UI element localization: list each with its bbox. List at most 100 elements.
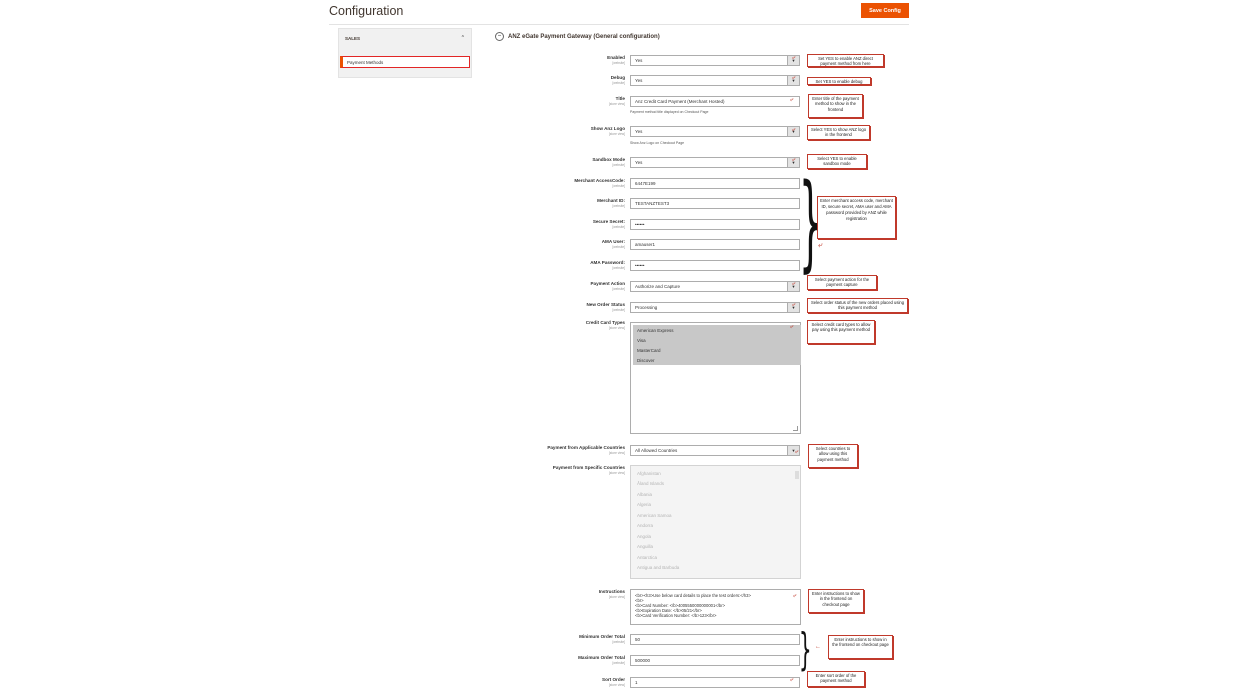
- debug-scope: [website]: [612, 81, 625, 85]
- specific-countries-multiselect: Afghanistan Åland Islands Albania Algeri…: [630, 465, 801, 579]
- ama-password-label: AMA Password:: [590, 260, 625, 265]
- enabled-label: Enabled: [607, 55, 625, 60]
- collapse-icon: –: [495, 32, 504, 41]
- sidebar-section-label: SALES: [345, 35, 361, 41]
- access-code-scope: [website]: [612, 184, 625, 188]
- min-total-value: 50: [635, 637, 641, 642]
- save-config-button[interactable]: Save Config: [861, 3, 909, 18]
- payment-action-label: Payment Action: [590, 281, 625, 286]
- callout-countries: Select countries to allow using this pay…: [808, 444, 858, 468]
- access-code-input[interactable]: 6447E199: [630, 178, 800, 189]
- order-status-scope: [website]: [612, 308, 625, 312]
- country-option: Albania: [637, 491, 653, 497]
- callout-enabled: Set YES to enable ANZ direct payment met…: [807, 54, 884, 67]
- country-option: Algeria: [637, 502, 652, 508]
- specific-countries-scope: [store view]: [608, 471, 625, 475]
- chevron-up-icon: ⌃: [460, 35, 465, 41]
- applicable-countries-value: All Allowed Countries: [635, 448, 678, 453]
- cc-types-multiselect[interactable]: American Express Visa MasterCard Discove…: [630, 322, 801, 434]
- show-logo-label: Show Anz Logo: [590, 126, 625, 131]
- arrow-icon: ⤶: [792, 302, 796, 308]
- merchant-id-input[interactable]: TESTANZTEST3: [630, 198, 800, 209]
- callout-logo: Select YES to show ANZ logo in the front…: [807, 125, 870, 140]
- show-logo-note: Show Anz Logo on Checkout Page: [630, 141, 685, 145]
- sort-order-input[interactable]: 1: [630, 677, 800, 688]
- country-option: Anguilla: [637, 544, 654, 550]
- resize-handle-icon[interactable]: [793, 426, 798, 431]
- sidebar-section-sales[interactable]: SALES ⌃: [339, 29, 471, 47]
- max-total-input[interactable]: 500000: [630, 655, 800, 666]
- payment-action-value: Authorize and Capture: [635, 284, 681, 289]
- merchant-id-value: TESTANZTEST3: [635, 201, 670, 206]
- applicable-countries-scope: [store view]: [608, 451, 625, 455]
- arrow-icon: ⤶: [818, 240, 823, 249]
- enabled-value: Yes: [635, 58, 643, 63]
- arrow-icon: ⤶: [792, 75, 796, 81]
- secure-secret-scope: [website]: [612, 225, 625, 229]
- max-total-scope: [website]: [612, 661, 625, 665]
- arrow-icon: ⤶: [792, 281, 796, 287]
- secure-secret-input[interactable]: ••••••: [630, 219, 800, 230]
- merchant-id-scope: [website]: [612, 204, 625, 208]
- callout-totals: Enter instructions to show in the fronte…: [828, 635, 893, 659]
- cc-option[interactable]: MasterCard: [633, 345, 801, 355]
- cc-option[interactable]: Visa: [633, 335, 801, 345]
- sidebar-item-payment-methods[interactable]: Payment Methods: [340, 56, 470, 68]
- max-total-value: 500000: [635, 658, 651, 663]
- access-code-value: 6447E199: [635, 181, 656, 186]
- ama-user-scope: [website]: [612, 245, 625, 249]
- ama-user-input[interactable]: amauser1: [630, 239, 800, 250]
- cc-types-label: Credit Card Types: [585, 320, 625, 325]
- show-logo-value: Yes: [635, 129, 643, 134]
- config-sidebar: SALES ⌃ Payment Methods: [338, 28, 472, 78]
- ama-password-scope: [website]: [612, 266, 625, 270]
- cc-option[interactable]: Discover: [633, 355, 801, 365]
- show-logo-scope: [store view]: [608, 132, 625, 136]
- show-logo-select[interactable]: Yes ▼: [630, 126, 800, 137]
- arrow-icon: ⤶: [793, 593, 797, 599]
- arrow-icon: ⤶: [790, 677, 794, 683]
- order-status-value: Processing: [635, 305, 658, 310]
- specific-countries-label: Payment from Specific Countries: [552, 465, 625, 470]
- payment-action-scope: [website]: [612, 287, 625, 291]
- instructions-label: Instructions: [598, 589, 625, 594]
- section-header[interactable]: – ANZ eGate Payment Gateway (General con…: [495, 32, 660, 41]
- debug-select[interactable]: Yes ▼: [630, 75, 800, 86]
- title-scope: [store view]: [608, 102, 625, 106]
- arrow-icon: ⤶: [795, 449, 799, 455]
- scrollbar-thumb[interactable]: [795, 471, 799, 479]
- instructions-scope: [store view]: [608, 595, 625, 599]
- title-value: Anz Credit Card Payment (Merchant Hosted…: [635, 99, 725, 104]
- instructions-textarea[interactable]: <br><h3>Use below card details to place …: [630, 589, 801, 625]
- country-option: Antigua and Barbuda: [637, 565, 680, 571]
- arrow-icon: ⤶: [790, 324, 794, 330]
- payment-action-select[interactable]: Authorize and Capture ▼: [630, 281, 800, 292]
- country-option: Antarctica: [637, 554, 658, 560]
- page-title: Configuration: [329, 4, 404, 18]
- ama-password-input[interactable]: ••••••: [630, 260, 800, 271]
- min-total-input[interactable]: 50: [630, 634, 800, 645]
- country-option: Afghanistan: [637, 470, 661, 476]
- cc-types-scope: [store view]: [608, 326, 625, 330]
- order-status-label: New Order Status: [586, 302, 625, 307]
- sandbox-label: Sandbox Mode: [592, 157, 625, 162]
- ama-password-value: ••••••: [635, 263, 645, 268]
- callout-payment-action: Select payment action for the payment ca…: [807, 275, 877, 290]
- callout-cc-types: Select credit card types to allow pay us…: [807, 320, 875, 344]
- cc-option[interactable]: American Express: [633, 325, 801, 335]
- callout-order-status: Select order status of the new orders pl…: [807, 298, 908, 313]
- applicable-countries-select[interactable]: All Allowed Countries ▼: [630, 445, 800, 456]
- debug-label: Debug: [610, 75, 625, 80]
- merchant-id-label: Merchant ID:: [597, 198, 625, 203]
- sandbox-select[interactable]: Yes ▼: [630, 157, 800, 168]
- title-label: Title: [615, 96, 625, 101]
- order-status-select[interactable]: Processing ▼: [630, 302, 800, 313]
- arrow-icon: ⤶: [792, 127, 796, 133]
- enabled-scope: [website]: [612, 61, 625, 65]
- title-input[interactable]: Anz Credit Card Payment (Merchant Hosted…: [630, 96, 800, 107]
- sandbox-value: Yes: [635, 160, 643, 165]
- arrow-icon: ←: [815, 644, 821, 650]
- callout-instructions: Enter instructions to show in the fronte…: [808, 589, 864, 613]
- callout-debug: Set YES to enable debug: [807, 77, 871, 85]
- enabled-select[interactable]: Yes ▼: [630, 55, 800, 66]
